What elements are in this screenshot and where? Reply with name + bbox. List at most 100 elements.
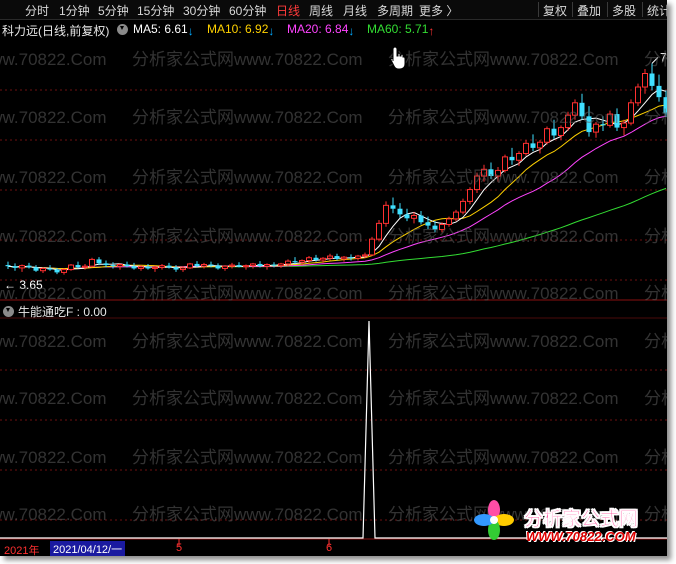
candle-body-down xyxy=(75,265,81,268)
candle-body-down xyxy=(5,265,11,267)
candle-body-up xyxy=(201,264,207,267)
candle-body-up xyxy=(61,269,67,273)
candle-body-down xyxy=(26,265,32,268)
candle-body-up xyxy=(460,200,466,213)
candle-body-up xyxy=(495,169,501,177)
candle-body-down xyxy=(236,265,242,267)
candle-body-up xyxy=(376,222,382,240)
candle-body-up xyxy=(453,211,459,220)
cursor-date: 2021/04/12/一 xyxy=(50,541,126,556)
tab-period-9[interactable]: 多周期 xyxy=(377,2,413,19)
tab-period-6[interactable]: 日线 xyxy=(276,2,300,19)
candle-body-down xyxy=(313,257,319,260)
tab-period-4[interactable]: 30分钟 xyxy=(183,2,220,19)
candle-body-down xyxy=(173,267,179,270)
indicator-header: 牛能通吃F : 0.00 xyxy=(0,302,667,320)
toolbar-button-3[interactable]: 统计 xyxy=(647,2,667,19)
period-toolbar: 分时 1分钟 5分钟 15分钟 30分钟 60分钟 日线 周线 月线 多周期 更多 〉 复权 叠加 多股统… xyxy=(0,0,667,20)
candle-body-down xyxy=(397,208,403,215)
arrow-down-icon: ↓ xyxy=(268,24,275,38)
candle-body-up xyxy=(299,260,305,263)
toolbar-separator xyxy=(607,2,608,17)
mouse-pointer-icon xyxy=(390,46,406,70)
arrow-down-icon: ↓ xyxy=(348,24,355,38)
candle-body-up xyxy=(278,263,284,267)
toolbar-button-2[interactable]: 多股 xyxy=(612,2,636,19)
candle-body-up xyxy=(355,255,361,259)
toolbar-separator xyxy=(642,2,643,17)
candle-body-up xyxy=(306,257,312,262)
candle-body-up xyxy=(572,102,578,116)
candle-body-up xyxy=(467,189,473,202)
tab-period-10[interactable]: 更多 〉 xyxy=(419,2,458,19)
logo-name: 分析家公式网 xyxy=(524,509,639,530)
tab-period-3[interactable]: 15分钟 xyxy=(137,2,174,19)
candle-body-up xyxy=(411,214,417,219)
candle-body-down xyxy=(390,205,396,209)
candle-body-up xyxy=(264,264,270,267)
dropdown-circle-icon[interactable] xyxy=(3,306,14,317)
candle-body-down xyxy=(96,259,102,264)
ma-legend-ma5: MA5: 6.61↓ xyxy=(133,22,194,38)
candle-body-up xyxy=(565,114,571,129)
candle-body-up xyxy=(180,267,186,271)
candle-body-down xyxy=(124,264,130,267)
month-tick-5: 5 xyxy=(176,542,183,554)
tab-period-7[interactable]: 周线 xyxy=(309,2,333,19)
candle-body-up xyxy=(474,175,480,191)
year-label: 2021年 xyxy=(4,545,40,556)
ma20-line xyxy=(7,115,667,270)
stock-chart: ← 3.65 7.5 xyxy=(0,50,667,546)
candle-body-up xyxy=(243,265,249,268)
candle-body-down xyxy=(488,169,494,177)
candle-body-up xyxy=(89,258,95,267)
candle-body-down xyxy=(110,265,116,267)
candle-body-down xyxy=(145,266,151,269)
candle-body-down xyxy=(194,263,200,267)
candle-body-down xyxy=(663,97,667,114)
candle-body-down xyxy=(432,225,438,230)
candle-body-up xyxy=(68,264,74,271)
candle-body-down xyxy=(54,269,60,273)
toolbar-button-1[interactable]: 叠加 xyxy=(577,2,601,19)
stock-title[interactable]: 科力远(日线,前复权) xyxy=(2,22,109,39)
candle-body-up xyxy=(362,254,368,257)
candle-body-up xyxy=(516,153,522,161)
candle-body-up xyxy=(159,265,165,268)
candle-body-up xyxy=(187,263,193,269)
dropdown-circle-icon[interactable] xyxy=(117,24,128,35)
candle-body-up xyxy=(621,122,627,129)
toolbar-separator xyxy=(538,2,539,17)
toolbar-button-0[interactable]: 复权 xyxy=(543,2,567,19)
candle-body-up xyxy=(446,218,452,225)
candle-body-down xyxy=(103,263,109,266)
high-pointer xyxy=(651,57,659,64)
candle-body-down xyxy=(551,128,557,136)
candle-body-up xyxy=(369,238,375,256)
candle-body-down xyxy=(33,267,39,271)
candle-body-up xyxy=(138,266,144,269)
candle-body-down xyxy=(404,214,410,219)
tab-period-0[interactable]: 分时 xyxy=(25,2,49,19)
ma10-line xyxy=(7,104,667,270)
tab-period-1[interactable]: 1分钟 xyxy=(59,2,90,19)
indicator-label[interactable]: 牛能通吃F : 0.00 xyxy=(18,303,107,320)
candle-body-up xyxy=(481,168,487,177)
tab-period-8[interactable]: 月线 xyxy=(343,2,367,19)
candle-body-down xyxy=(47,268,53,270)
candle-body-down xyxy=(215,265,221,269)
candle-body-up xyxy=(642,72,648,88)
candle-body-down xyxy=(614,114,620,128)
candle-body-up xyxy=(544,128,550,143)
candle-body-down xyxy=(334,256,340,259)
high-price-label: 7.5 xyxy=(660,50,667,64)
toolbar-separator xyxy=(572,2,573,17)
ma-legend-ma60: MA60: 5.71↑ xyxy=(367,22,435,38)
ma-legend-ma20: MA20: 6.84↓ xyxy=(287,22,355,38)
tab-period-5[interactable]: 60分钟 xyxy=(229,2,266,19)
candle-body-up xyxy=(439,223,445,231)
tab-period-2[interactable]: 5分钟 xyxy=(98,2,129,19)
candle-body-down xyxy=(656,85,662,98)
candle-body-up xyxy=(327,255,333,259)
site-logo: 分析家公式网 WWW.70822.COM xyxy=(470,498,670,550)
